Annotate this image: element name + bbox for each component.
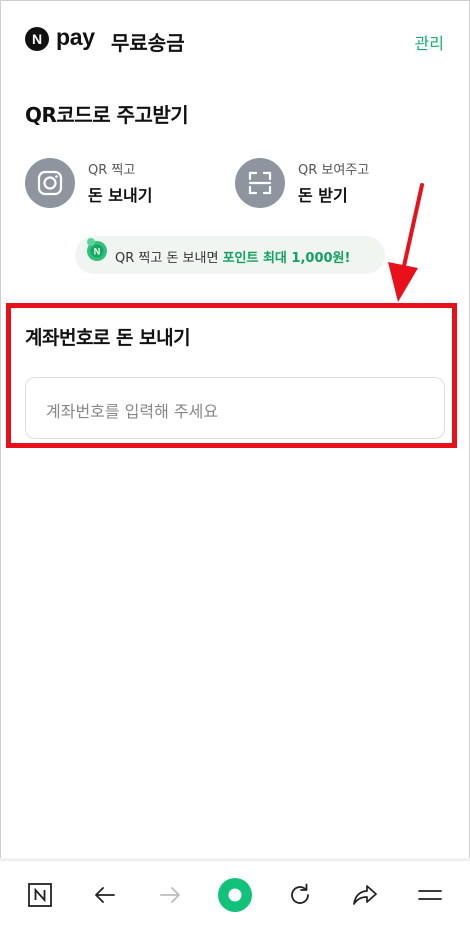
forward-arrow-icon[interactable] [152,877,188,913]
red-arrow-annotation [388,183,424,302]
promo-text: QR 찍고 돈 보내면 포인트 최대 1,000원! [115,247,350,266]
coin-icon: N [87,238,107,261]
promo-text-prefix: QR 찍고 돈 보내면 [115,251,223,266]
center-dot-icon[interactable] [217,877,253,913]
scan-frame-icon [235,158,285,208]
account-input-placeholder: 계좌번호를 입력해 주세요 [46,402,219,421]
menu-icon[interactable] [412,877,448,913]
back-arrow-icon[interactable] [87,877,123,913]
qr-receive-title: 돈 받기 [298,186,348,205]
qr-send-subtitle: QR 찍고 [88,163,136,178]
svg-text:N: N [94,247,101,257]
qr-receive-subtitle: QR 보여주고 [298,163,370,178]
camera-icon [25,158,75,208]
qr-send-title: 돈 보내기 [88,186,153,205]
account-number-input[interactable]: 계좌번호를 입력해 주세요 [25,377,445,439]
screen-frame [0,0,470,942]
account-section-title: 계좌번호로 돈 보내기 [25,327,191,349]
promo-banner[interactable]: N QR 찍고 돈 보내면 포인트 최대 1,000원! [75,236,385,274]
naver-logo-icon: N [25,27,49,51]
header: N pay 무료송금 관리 [0,0,470,80]
page-title: 무료송금 [111,31,185,55]
bottom-nav [0,860,470,943]
qr-section-title: QR코드로 주고받기 [25,103,189,127]
refresh-icon[interactable] [282,877,318,913]
n-home-icon[interactable] [22,877,58,913]
promo-text-highlight: 포인트 최대 1,000원! [222,251,351,266]
share-icon[interactable] [347,877,383,913]
pay-logo-text: pay [56,24,95,50]
qr-send-button[interactable]: QR 찍고 돈 보내기 [25,158,205,208]
manage-link[interactable]: 관리 [415,30,444,54]
